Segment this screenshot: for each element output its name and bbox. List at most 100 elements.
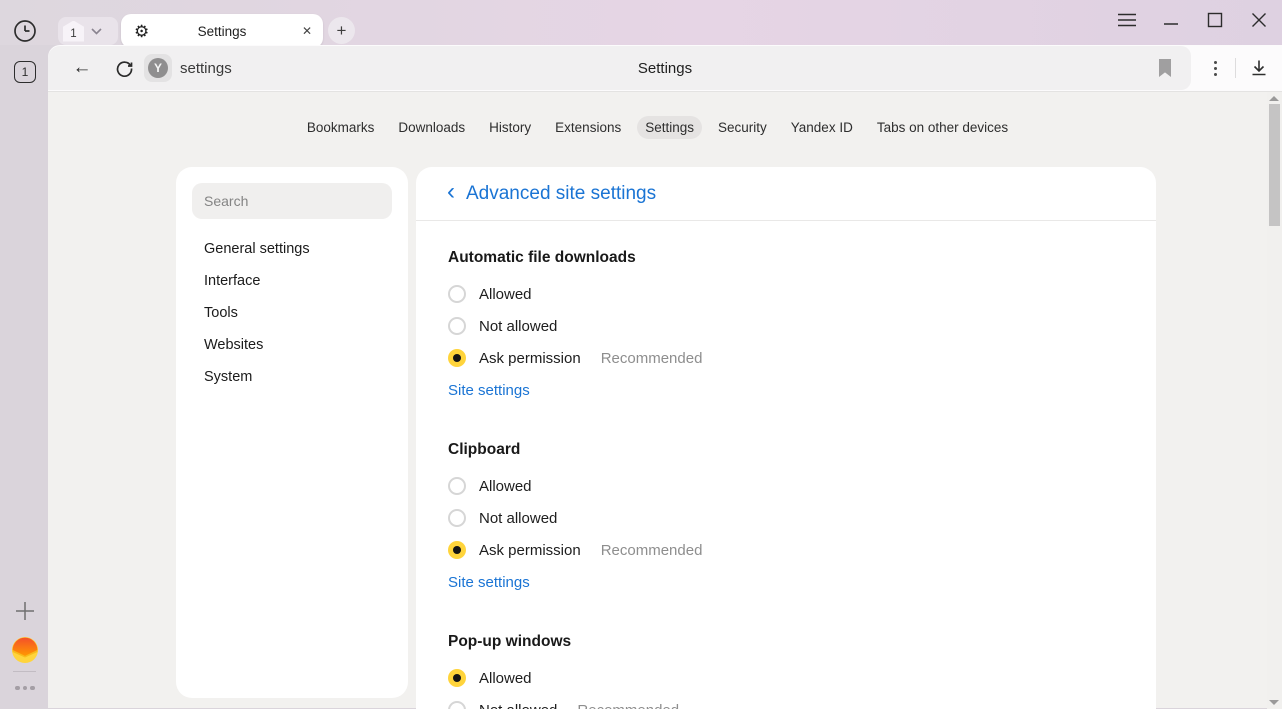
download-icon xyxy=(1249,58,1269,78)
scroll-up-icon[interactable] xyxy=(1269,96,1279,101)
search-input[interactable] xyxy=(204,193,380,209)
radio-unselected-icon[interactable] xyxy=(448,477,466,495)
tab-group-badge: 1 xyxy=(63,21,84,42)
radio-option-not-allowed[interactable]: Not allowedRecommended xyxy=(448,694,1124,709)
section-clipboard: Clipboard Allowed Not allowed Ask permissio… xyxy=(448,439,1124,598)
reload-icon xyxy=(115,59,134,78)
radio-unselected-icon[interactable] xyxy=(448,317,466,335)
rail-add-button[interactable] xyxy=(14,600,36,622)
new-tab-button[interactable]: + xyxy=(328,17,355,44)
recommended-badge: Recommended xyxy=(601,542,703,559)
settings-main-panel: ‹ Advanced site settings Automatic file … xyxy=(416,167,1156,709)
back-button[interactable]: ← xyxy=(68,46,96,90)
window-titlebar: 1 ⚙ Settings ✕ + xyxy=(0,0,1282,45)
search-box[interactable] xyxy=(192,183,392,219)
reload-button[interactable] xyxy=(110,46,138,90)
nav-item-extensions[interactable]: Extensions xyxy=(547,116,629,139)
tab-group-button[interactable]: 1 xyxy=(58,17,118,45)
rail-tab-counter[interactable]: 1 xyxy=(14,61,36,83)
radio-option-allowed[interactable]: Allowed xyxy=(448,470,1124,502)
minimize-button[interactable] xyxy=(1162,12,1180,28)
yandex-mail-button[interactable] xyxy=(12,637,38,663)
radio-label: Not allowed xyxy=(479,510,557,527)
sidebar-item-websites[interactable]: Websites xyxy=(176,329,408,361)
close-icon xyxy=(1251,12,1267,28)
site-settings-link[interactable]: Site settings xyxy=(448,374,530,406)
radio-label: Ask permission xyxy=(479,350,581,367)
nav-item-security[interactable]: Security xyxy=(710,116,775,139)
sidebar-item-interface[interactable]: Interface xyxy=(176,265,408,297)
tab-title: Settings xyxy=(121,24,323,39)
radio-option-allowed[interactable]: Allowed xyxy=(448,662,1124,694)
recommended-badge: Recommended xyxy=(601,350,703,367)
back-chevron-icon[interactable]: ‹ xyxy=(447,180,455,207)
radio-selected-icon[interactable] xyxy=(448,349,466,367)
bookmark-button[interactable] xyxy=(1155,46,1175,90)
maximize-button[interactable] xyxy=(1206,12,1224,28)
radio-option-not-allowed[interactable]: Not allowed xyxy=(448,502,1124,534)
settings-nav: Bookmarks Downloads History Extensions Setti… xyxy=(48,116,1267,139)
site-favicon: Y xyxy=(144,54,172,82)
page-scrollbar[interactable] xyxy=(1267,92,1282,709)
nav-item-tabs-on-other-devices[interactable]: Tabs on other devices xyxy=(869,116,1016,139)
nav-item-yandex-id[interactable]: Yandex ID xyxy=(783,116,861,139)
scrollbar-thumb[interactable] xyxy=(1269,104,1280,226)
plus-icon xyxy=(15,601,35,621)
radio-option-allowed[interactable]: Allowed xyxy=(448,278,1124,310)
advanced-settings-title[interactable]: Advanced site settings xyxy=(466,183,656,205)
radio-option-ask-permission[interactable]: Ask permission Recommended xyxy=(448,342,1124,374)
nav-item-history[interactable]: History xyxy=(481,116,539,139)
section-pop-up-windows: Pop-up windows Allowed Not allowedRecommen… xyxy=(448,631,1124,709)
section-title: Automatic file downloads xyxy=(448,247,1124,269)
window-close-button[interactable] xyxy=(1250,12,1268,28)
radio-label: Not allowed xyxy=(479,318,557,335)
scroll-down-icon[interactable] xyxy=(1269,700,1279,705)
sidebar-item-tools[interactable]: Tools xyxy=(176,297,408,329)
radio-option-ask-permission[interactable]: Ask permissionRecommended xyxy=(448,534,1124,566)
bookmark-icon xyxy=(1157,58,1173,78)
radio-selected-icon[interactable] xyxy=(448,669,466,687)
settings-sections: Automatic file downloads Allowed Not allow… xyxy=(416,247,1156,709)
toolbar-separator xyxy=(1235,58,1236,78)
settings-sidebar: General settingsInterfaceToolsWebsitesSy… xyxy=(176,167,408,698)
rail-more-button[interactable] xyxy=(12,682,38,694)
sidebar-item-general-settings[interactable]: General settings xyxy=(176,233,408,265)
sidebar-nav: General settingsInterfaceToolsWebsitesSy… xyxy=(176,233,408,393)
history-clock-button[interactable] xyxy=(13,19,37,43)
downloads-button[interactable] xyxy=(1248,57,1270,79)
section-title: Clipboard xyxy=(448,439,1124,461)
maximize-icon xyxy=(1207,12,1223,28)
radio-unselected-icon[interactable] xyxy=(448,285,466,303)
radio-selected-icon[interactable] xyxy=(448,541,466,559)
nav-item-bookmarks[interactable]: Bookmarks xyxy=(299,116,383,139)
url-text[interactable]: settings xyxy=(180,46,232,90)
settings-page: Bookmarks Downloads History Extensions Setti… xyxy=(48,91,1282,708)
section-title: Pop-up windows xyxy=(448,631,1124,653)
yandex-mail-icon xyxy=(12,637,38,663)
browser-toolbar: ← Y settings Settings xyxy=(48,45,1282,91)
toolbar-more-button[interactable] xyxy=(1208,58,1222,78)
radio-unselected-icon[interactable] xyxy=(448,509,466,527)
chevron-down-icon xyxy=(91,28,102,35)
nav-item-downloads[interactable]: Downloads xyxy=(390,116,473,139)
browser-menu-button[interactable] xyxy=(1118,12,1136,28)
nav-item-settings[interactable]: Settings xyxy=(637,116,702,139)
radio-label: Allowed xyxy=(479,670,532,687)
clock-icon xyxy=(13,19,37,43)
page-title: Settings xyxy=(638,45,692,91)
gear-icon: ⚙ xyxy=(134,23,149,40)
yandex-favicon-icon: Y xyxy=(148,58,168,78)
site-settings-link[interactable]: Site settings xyxy=(448,566,530,598)
sidebar-item-system[interactable]: System xyxy=(176,361,408,393)
tab-settings[interactable]: ⚙ Settings ✕ xyxy=(121,14,323,48)
radio-label: Allowed xyxy=(479,478,532,495)
minimize-icon xyxy=(1163,12,1179,28)
rail-divider xyxy=(13,671,36,672)
tab-close-icon[interactable]: ✕ xyxy=(302,24,312,38)
ellipsis-icon xyxy=(15,686,35,691)
hamburger-icon xyxy=(1118,13,1136,27)
radio-option-not-allowed[interactable]: Not allowed xyxy=(448,310,1124,342)
radio-label: Allowed xyxy=(479,286,532,303)
advanced-settings-header[interactable]: ‹ Advanced site settings xyxy=(416,167,1156,221)
address-bar[interactable]: ← Y settings xyxy=(48,46,1191,90)
